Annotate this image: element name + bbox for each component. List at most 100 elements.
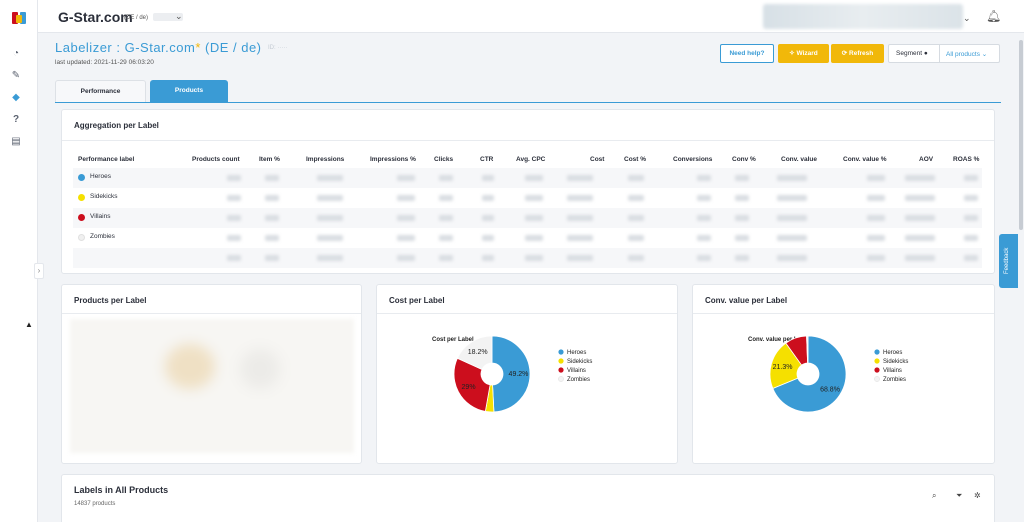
cost-pie-chart: Cost per Label 49.2% 29% 18.2% Heroes Sidekic…: [432, 335, 592, 413]
legend-entry: Villains: [567, 368, 586, 374]
refresh-button[interactable]: ⟳ Refresh: [831, 44, 884, 63]
blurred-cell: [777, 195, 807, 201]
blurred-cell: [439, 215, 453, 221]
cost-per-label-title: Cost per Label: [389, 296, 445, 305]
blurred-cell: [525, 195, 543, 201]
dashboard-icon[interactable]: ◔: [10, 48, 22, 60]
chevron-down-icon[interactable]: ⌄: [963, 13, 971, 24]
pencil-icon[interactable]: ✎: [10, 70, 22, 82]
need-help-button[interactable]: Need help?: [720, 44, 774, 63]
page-title: Labelizer : G-Star.com* (DE / de): [55, 40, 262, 55]
segment-dropdown[interactable]: All products ⌄: [946, 50, 987, 58]
data-label: 29%: [462, 384, 476, 391]
col-header[interactable]: Performance label: [78, 156, 134, 163]
bell-icon[interactable]: 🔔︎: [986, 9, 1001, 23]
blurred-mark: [165, 344, 215, 389]
scrollbar[interactable]: [1019, 40, 1023, 230]
col-header[interactable]: Conv. value: [781, 156, 817, 163]
blurred-cell: [227, 195, 241, 201]
col-header[interactable]: Products count: [192, 156, 240, 163]
blurred-cell: [777, 175, 807, 181]
legend-entry: Heroes: [883, 350, 902, 356]
blurred-cell: [265, 255, 279, 261]
col-header[interactable]: Clicks: [434, 156, 453, 163]
blurred-cell: [697, 235, 711, 241]
blurred-cell: [567, 195, 593, 201]
legend-swatch: [874, 358, 880, 364]
tab-performance[interactable]: Performance: [55, 80, 146, 102]
gear-icon[interactable]: ✲: [974, 491, 981, 500]
blurred-cell: [265, 215, 279, 221]
divider: [62, 140, 994, 141]
legend-swatch: [874, 349, 880, 355]
data-label: 18.2%: [468, 349, 488, 356]
shop-name[interactable]: G-Star.com: [58, 9, 133, 25]
wand-icon: ✧: [789, 50, 797, 57]
segment-selector[interactable]: Segment ● All products ⌄: [888, 44, 1000, 63]
user-account-blurred[interactable]: [763, 4, 963, 29]
blurred-cell: [628, 215, 644, 221]
info-icon[interactable]: ●: [924, 50, 928, 57]
aggregation-title: Aggregation per Label: [74, 121, 159, 130]
segment-divider: [939, 45, 940, 62]
col-header[interactable]: Avg. CPC: [516, 156, 545, 163]
blurred-cell: [567, 255, 593, 261]
legend-swatch: [874, 376, 880, 382]
tab-products[interactable]: Products: [150, 80, 228, 102]
legend-swatch: [558, 376, 564, 382]
blurred-cell: [317, 235, 343, 241]
col-header[interactable]: Conv. value %: [843, 156, 887, 163]
blurred-cell: [482, 195, 494, 201]
col-header[interactable]: Impressions: [306, 156, 344, 163]
blurred-cell: [227, 255, 241, 261]
blurred-cell: [439, 175, 453, 181]
filter-icon[interactable]: ⏷: [956, 491, 962, 501]
blurred-cell: [317, 195, 343, 201]
col-header[interactable]: Cost %: [624, 156, 646, 163]
chevron-down-icon[interactable]: ⌄: [175, 11, 183, 22]
blurred-cell: [482, 235, 494, 241]
blurred-mark: [240, 349, 280, 389]
cost-per-label-card: Cost per Label Cost per Label 49.2% 29% 18.…: [376, 284, 678, 464]
blurred-cell: [525, 175, 543, 181]
wizard-button[interactable]: ✧ Wizard: [778, 44, 829, 63]
legend-entry: Heroes: [567, 350, 586, 356]
help-icon[interactable]: ?: [10, 114, 22, 126]
rail-expand-toggle[interactable]: ›: [34, 263, 44, 279]
conv-value-per-label-title: Conv. value per Label: [705, 296, 788, 305]
blurred-cell: [964, 215, 978, 221]
legend-swatch: [558, 367, 564, 373]
legend-swatch: [558, 349, 564, 355]
feedback-button[interactable]: Feedback: [999, 234, 1018, 288]
legend-entry: Sidekicks: [567, 359, 592, 365]
col-header[interactable]: Conv %: [732, 156, 756, 163]
blurred-cell: [397, 195, 415, 201]
col-header[interactable]: AOV: [919, 156, 933, 163]
col-header[interactable]: ROAS %: [953, 156, 979, 163]
col-header[interactable]: Item %: [259, 156, 280, 163]
search-icon[interactable]: ⌕: [932, 491, 936, 501]
col-header[interactable]: CTR: [480, 156, 493, 163]
blurred-cell: [867, 235, 885, 241]
tag-icon[interactable]: ◆: [10, 92, 22, 104]
col-header[interactable]: Cost: [590, 156, 604, 163]
blurred-cell: [317, 175, 343, 181]
legend-entry: Zombies: [883, 377, 906, 383]
mouse-cursor-icon: ▲: [25, 320, 33, 329]
aggregation-card: Aggregation per Label Performance label …: [61, 109, 995, 274]
blurred-cell: [867, 175, 885, 181]
divider: [62, 313, 361, 314]
conv-value-pie-chart: Conv. value per Label68.8%21.3%HeroesSid…: [748, 335, 908, 413]
label-color-dot: [78, 194, 85, 201]
conv-value-per-label-card: Conv. value per Label Conv. value per La…: [692, 284, 995, 464]
trash-icon[interactable]: ▤: [10, 136, 22, 148]
row-label: Sidekicks: [90, 193, 118, 200]
blurred-cell: [905, 255, 935, 261]
blurred-cell: [265, 235, 279, 241]
col-header[interactable]: Impressions %: [370, 156, 416, 163]
col-header[interactable]: Conversions: [673, 156, 712, 163]
app-logo-icon[interactable]: [11, 10, 27, 26]
blurred-cell: [964, 195, 978, 201]
legend-entry: Sidekicks: [883, 359, 908, 365]
left-rail: ◔ ✎ ◆ ? ▤: [0, 0, 38, 522]
